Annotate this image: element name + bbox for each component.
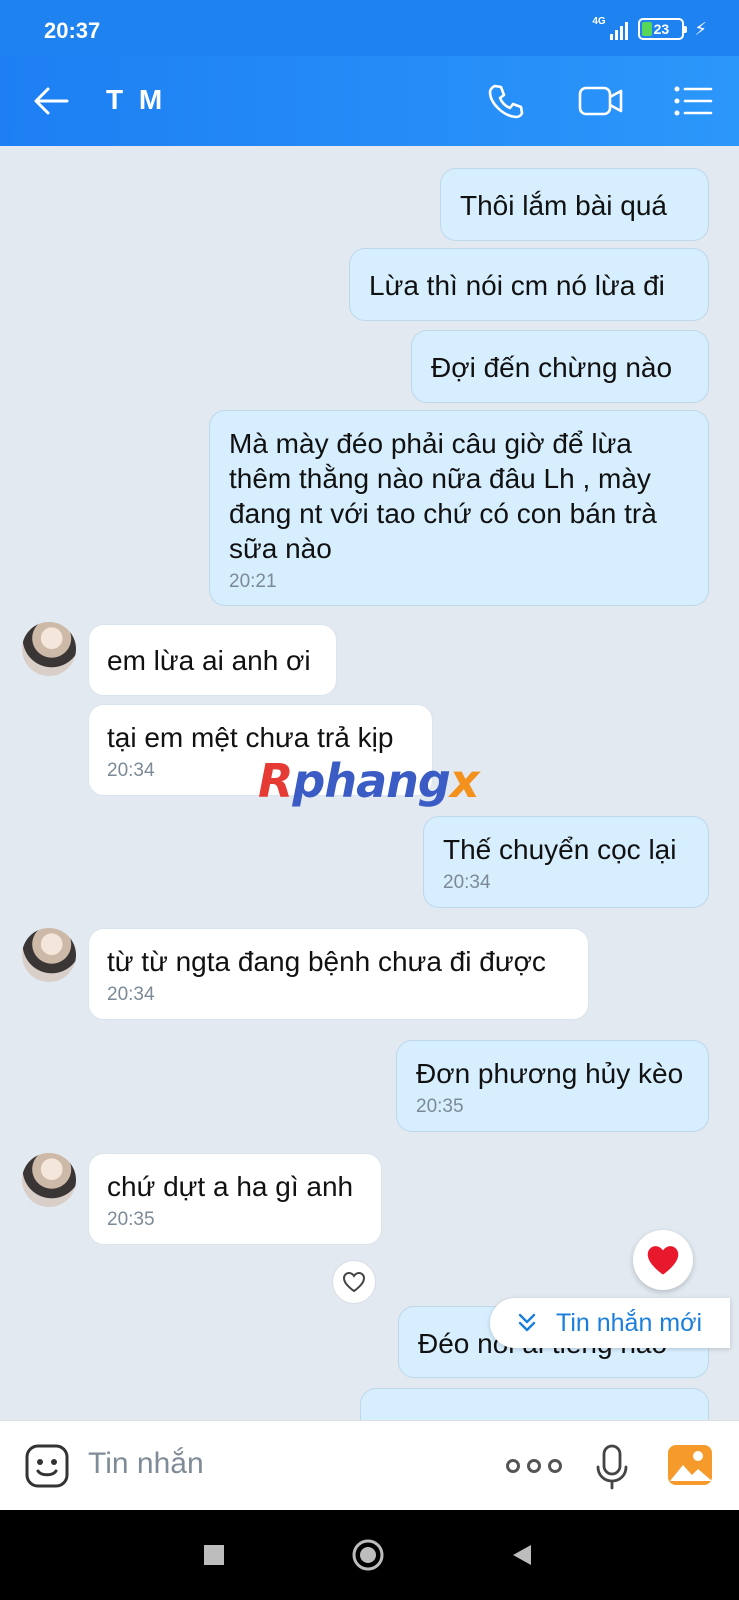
recent-apps-button[interactable] (196, 1537, 232, 1573)
message-bubble-outgoing[interactable]: Thế chuyển cọc lại 20:34 (423, 816, 709, 908)
message-bubble-outgoing[interactable] (360, 1388, 709, 1420)
contact-avatar[interactable] (22, 928, 76, 982)
message-text: Thôi lắm bài quá (460, 190, 668, 221)
battery-icon: 23 (638, 18, 688, 40)
message-bubble-outgoing[interactable]: Lừa thì nói cm nó lừa đi (349, 248, 709, 321)
voice-record-button[interactable] (592, 1443, 632, 1491)
circle-icon (352, 1539, 384, 1571)
sticker-button[interactable] (24, 1443, 70, 1489)
status-indicators: 4G 23 ⚡︎ (592, 16, 707, 40)
message-text: tại em mệt chưa trả kịp (107, 722, 394, 753)
message-time: 20:35 (416, 1096, 464, 1117)
message-time: 20:34 (107, 984, 155, 1005)
send-photo-button[interactable] (666, 1441, 714, 1489)
heart-reaction-button[interactable] (633, 1230, 693, 1290)
message-bubble-incoming[interactable]: chứ dựt a ha gì anh 20:35 (88, 1153, 382, 1245)
chat-menu-button[interactable] (670, 78, 716, 124)
react-button[interactable] (332, 1260, 376, 1304)
network-type: 4G (592, 16, 606, 27)
square-icon (204, 1545, 224, 1565)
message-text: Mà mày đéo phải câu giờ để lừa thêm thằn… (229, 428, 657, 564)
message-text: Thế chuyển cọc lại (443, 834, 677, 865)
video-camera-icon (578, 86, 623, 116)
status-bar: 20:37 4G 23 ⚡︎ (0, 0, 739, 56)
phone-icon (488, 84, 524, 119)
contact-avatar[interactable] (22, 622, 76, 676)
arrow-left-icon (34, 87, 69, 115)
charging-icon: ⚡︎ (694, 18, 707, 39)
message-bubble-incoming[interactable]: từ từ ngta đang bệnh chưa đi được 20:34 (88, 928, 589, 1020)
dot-icon (548, 1459, 562, 1473)
signal-icon: 4G (592, 16, 629, 40)
dot-icon (527, 1459, 541, 1473)
message-bubble-outgoing[interactable]: Đơn phương hủy kèo 20:35 (396, 1040, 709, 1132)
microphone-icon (596, 1444, 628, 1490)
message-time: 20:34 (443, 872, 491, 893)
back-nav-button[interactable] (504, 1537, 540, 1573)
video-call-button[interactable] (578, 78, 624, 124)
message-text: từ từ ngta đang bệnh chưa đi được (107, 946, 546, 977)
message-text: chứ dựt a ha gì anh (107, 1171, 354, 1202)
message-bubble-outgoing[interactable]: Thôi lắm bài quá (440, 168, 709, 241)
message-text: Lừa thì nói cm nó lừa đi (369, 270, 665, 301)
battery-level: 23 (653, 21, 670, 37)
voice-call-button[interactable] (482, 78, 528, 124)
contact-avatar[interactable] (22, 1153, 76, 1207)
home-button[interactable] (350, 1537, 386, 1573)
message-bubble-outgoing[interactable]: Mà mày đéo phải câu giờ để lừa thêm thằn… (209, 410, 709, 606)
message-text: Đơn phương hủy kèo (416, 1058, 684, 1089)
message-bubble-incoming[interactable]: em lừa ai anh ơi (88, 624, 337, 696)
back-button[interactable] (30, 80, 72, 122)
heart-icon (647, 1246, 679, 1275)
message-bubble-outgoing[interactable]: Đợi đến chừng nào (411, 330, 709, 403)
dot-icon (506, 1459, 520, 1473)
message-time: 20:35 (107, 1209, 155, 1230)
list-menu-icon (674, 86, 713, 116)
heart-outline-icon (342, 1271, 366, 1293)
message-input[interactable]: Tin nhắn (88, 1447, 204, 1481)
system-nav-bar (0, 1510, 739, 1600)
image-icon (668, 1445, 712, 1485)
watermark-logo: Rphangx (258, 754, 479, 808)
status-time: 20:37 (44, 18, 101, 43)
triangle-back-icon (513, 1545, 531, 1565)
sticker-face-icon (25, 1444, 69, 1488)
message-text: Đợi đến chừng nào (431, 352, 673, 383)
more-options-button[interactable] (506, 1449, 562, 1483)
contact-name[interactable]: T M (106, 84, 166, 116)
new-messages-label: Tin nhắn mới (556, 1308, 703, 1337)
double-chevron-down-icon (518, 1313, 536, 1332)
message-time: 20:21 (229, 571, 277, 592)
new-messages-button[interactable]: Tin nhắn mới (490, 1298, 730, 1348)
chat-header: T M (0, 56, 739, 146)
message-composer: Tin nhắn (0, 1420, 739, 1510)
message-text: em lừa ai anh ơi (107, 645, 311, 676)
